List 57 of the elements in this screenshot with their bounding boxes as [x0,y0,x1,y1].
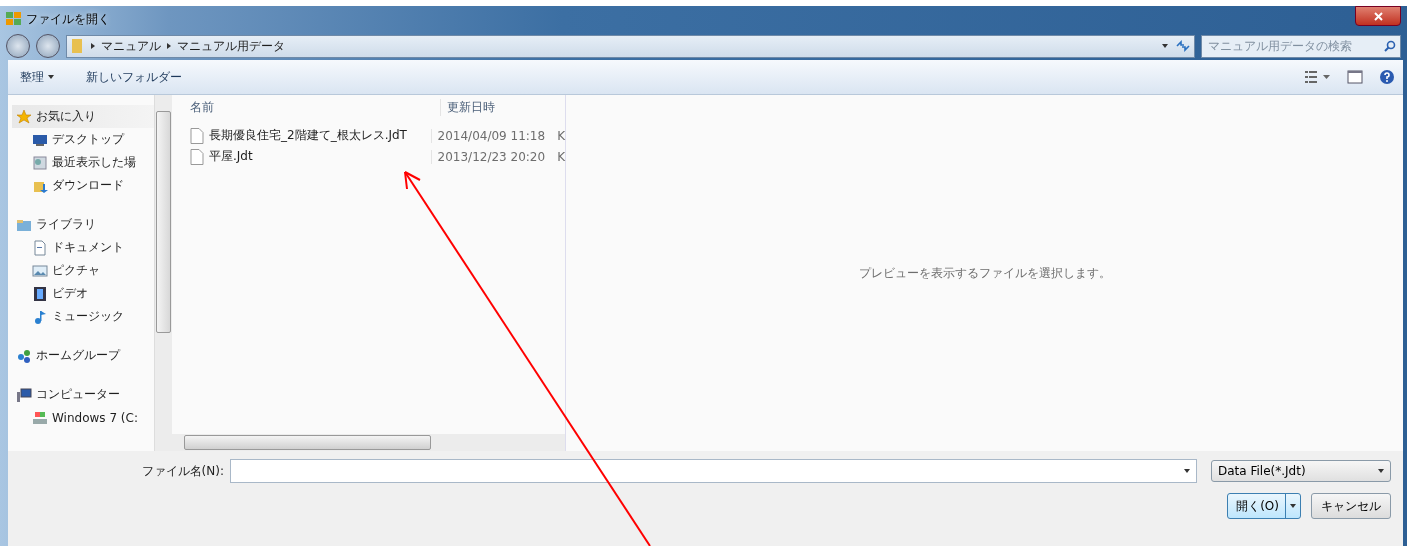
close-button[interactable] [1355,6,1401,26]
sidebar-item[interactable]: お気に入り [12,105,154,128]
folder-icon [71,38,85,54]
homegroup-icon [16,347,32,364]
back-button[interactable] [6,34,30,58]
file-type-dropdown[interactable]: Data File(*.Jdt) [1211,460,1391,482]
drive-icon [32,409,48,426]
sidebar-item[interactable]: ライブラリ [12,213,154,236]
help-icon[interactable] [1379,69,1395,85]
cancel-button[interactable]: キャンセル [1311,493,1391,519]
search-field[interactable]: マニュアル用データの検索 [1201,34,1401,58]
file-item[interactable]: 長期優良住宅_2階建て_根太レス.JdT [172,127,431,144]
document-icon [32,239,48,256]
breadcrumb[interactable]: マニュアル [101,38,161,54]
search-icon [1384,40,1396,52]
sidebar-item[interactable]: デスクトップ [12,128,154,151]
view-list-icon[interactable] [1305,70,1331,84]
picture-icon [32,262,48,279]
preview-message: プレビューを表示するファイルを選択します。 [858,264,1111,282]
recent-icon [32,154,48,171]
breadcrumb[interactable]: マニュアル用データ [177,38,285,54]
address-bar[interactable]: マニュアル マニュアル用データ [66,34,1195,58]
filename-field[interactable] [230,459,1197,483]
table-cell: 2014/04/09 11:18 [430,128,552,143]
sidebar-item[interactable]: ピクチャ [12,259,154,282]
computer-icon [16,386,32,403]
preview-pane-icon[interactable] [1347,70,1363,84]
table-cell: 2013/12/23 20:20 [430,149,552,164]
column-header[interactable]: 名前 [172,98,440,116]
toolbar-button[interactable]: 整理 [16,66,58,88]
sidebar-item[interactable]: コンピューター [12,383,154,406]
video-icon [32,285,48,302]
window-title: ファイルを開く [26,10,110,28]
sidebar-item[interactable]: 最近表示した場 [12,151,154,174]
forward-button[interactable] [36,34,60,58]
filename-label: ファイル名(N): [140,462,224,480]
app-icon [6,12,22,26]
sidebar-item[interactable]: ドキュメント [12,236,154,259]
column-header[interactable]: 更新日時 [440,98,565,116]
table-cell-text: K [556,128,565,143]
music-icon [32,308,48,325]
scrollbar[interactable] [154,95,172,451]
sidebar-item[interactable]: ホームグループ [12,344,154,367]
open-button[interactable]: 開く(O) [1227,493,1301,519]
file-item[interactable]: 平屋.Jdt [172,148,431,165]
sidebar-item[interactable]: ビデオ [12,282,154,305]
sidebar-item[interactable]: ミュージック [12,305,154,328]
file-icon [190,127,204,144]
table-cell-text: K [556,149,565,164]
sidebar-item[interactable]: ダウンロード [12,174,154,197]
caret-icon[interactable] [1162,44,1168,48]
close-icon [1373,11,1383,21]
star-icon [16,108,32,125]
toolbar-button[interactable]: 新しいフォルダー [82,66,186,88]
sidebar-item[interactable]: Windows 7 (C: [12,406,154,429]
scrollbar[interactable] [172,434,565,451]
file-icon [190,148,204,165]
